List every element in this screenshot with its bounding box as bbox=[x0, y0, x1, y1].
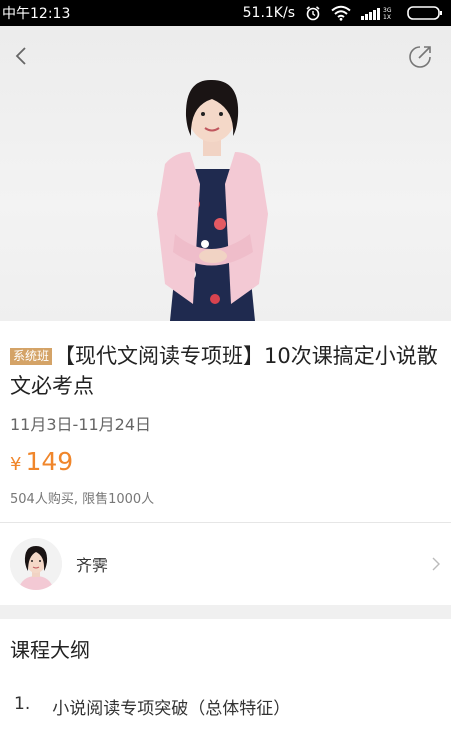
course-type-badge: 系统班 bbox=[10, 348, 53, 365]
status-time: 中午12:13 bbox=[2, 6, 71, 22]
teacher-avatar bbox=[10, 538, 62, 590]
lesson-number: 1. bbox=[14, 694, 31, 714]
chevron-right-icon bbox=[432, 557, 440, 571]
alarm-icon bbox=[305, 5, 321, 21]
course-info: 系统班 【现代文阅读专项班】10次课搞定小说散文必考点 11月3日-11月24日 … bbox=[0, 321, 451, 507]
wifi-icon bbox=[331, 5, 351, 21]
network-speed: 51.1K/s bbox=[242, 5, 295, 21]
syllabus-item[interactable]: 1. 小说阅读专项突破（总体特征） bbox=[14, 694, 290, 719]
back-button[interactable] bbox=[10, 44, 34, 68]
back-arrow-icon bbox=[15, 47, 26, 65]
course-cover-image bbox=[0, 26, 451, 321]
price-value: 149 bbox=[25, 447, 74, 476]
teacher-portrait bbox=[157, 79, 268, 321]
teacher-name: 齐霁 bbox=[76, 556, 109, 575]
lesson-title: 小说阅读专项突破（总体特征） bbox=[52, 699, 291, 719]
sales-info: 504人购买, 限售1000人 bbox=[10, 492, 155, 507]
share-icon bbox=[409, 46, 431, 68]
status-indicators: 51.1K/s 3G 1X bbox=[243, 5, 443, 21]
signal-icon: 3G 1X bbox=[361, 5, 397, 21]
svg-text:1X: 1X bbox=[383, 14, 391, 21]
syllabus-heading: 课程大纲 bbox=[10, 638, 90, 662]
status-bar: 中午12:13 51.1K/s 3G 1X bbox=[0, 0, 451, 26]
teacher-row[interactable]: 齐霁 bbox=[0, 523, 451, 605]
course-title: 【现代文阅读专项班】10次课搞定小说散文必考点 bbox=[10, 344, 438, 398]
currency-symbol: ¥ bbox=[10, 454, 22, 475]
svg-text:3G: 3G bbox=[383, 7, 392, 14]
share-button[interactable] bbox=[407, 44, 433, 70]
battery-icon bbox=[407, 5, 443, 21]
course-price: ¥149 bbox=[10, 447, 441, 476]
course-dates: 11月3日-11月24日 bbox=[10, 415, 152, 434]
section-divider bbox=[0, 605, 451, 619]
course-title-row: 系统班 【现代文阅读专项班】10次课搞定小说散文必考点 bbox=[10, 341, 441, 401]
